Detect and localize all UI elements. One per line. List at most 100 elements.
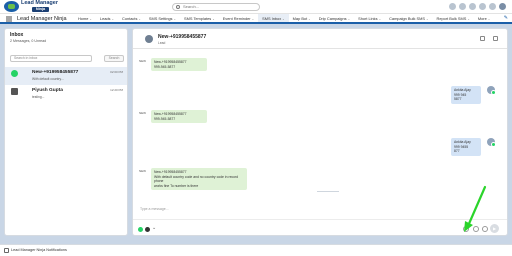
sender-avatar: NEW (139, 59, 146, 63)
chevron-down-icon[interactable]: ⌄ (308, 17, 311, 21)
user-avatar[interactable] (499, 3, 506, 10)
inbox-message-count: 2 Messages, 0 Unread (10, 39, 47, 43)
notifications-icon (4, 248, 9, 253)
chevron-down-icon[interactable]: ⌄ (112, 17, 115, 21)
nav-tab-label: Contacts (122, 16, 138, 21)
nav-tab-label: Map Bot (292, 16, 308, 21)
incoming-message: New-+919958455877 999-945-5877 (151, 58, 207, 72)
conversation-header: New-+919958455877 Lead (133, 29, 507, 49)
chevron-down-icon[interactable]: ⌄ (467, 17, 470, 21)
conversation-item[interactable]: Piyush Gupta testing... 12:20 PM (5, 85, 127, 103)
contact-name[interactable]: New-+919958455877 (158, 34, 206, 40)
message-line: works fine To number is there (154, 183, 199, 188)
nav-tab-label: Report Bulk SMS (436, 16, 467, 21)
add-icon[interactable] (459, 3, 466, 10)
brand-subtitle: Ninja (32, 7, 49, 12)
chevron-down-icon[interactable]: ⌄ (488, 17, 491, 21)
conversation-time: 12:20 PM (110, 88, 123, 92)
inbox-search-input[interactable]: Search in inbox (10, 55, 92, 62)
thread-divider (317, 191, 339, 192)
message-line: With default country code and no country… (154, 174, 239, 184)
chevron-down-icon[interactable]: ⌄ (152, 225, 156, 231)
inbox-search-button[interactable]: Search (104, 55, 124, 62)
sender-avatar: NEW (139, 111, 146, 115)
nav-tab-label: Short Links (358, 16, 378, 21)
nav-tab[interactable]: SMS Inbox⌄ (258, 14, 289, 23)
setup-gear-icon[interactable] (479, 3, 486, 10)
notifications-utility-item[interactable]: Lead Manager Ninja Notifications (11, 247, 67, 253)
chevron-down-icon[interactable]: ⌄ (282, 17, 285, 21)
agent-avatar (487, 86, 496, 95)
nav-tab[interactable]: Short Links⌄ (354, 14, 385, 23)
favorites-icon[interactable] (449, 3, 456, 10)
nav-tab-label: Event Reminder (222, 16, 251, 21)
whatsapp-icon (11, 70, 18, 77)
chevron-down-icon[interactable]: ⌄ (212, 17, 215, 21)
nav-tabs: Home⌄ Leads⌄ Contacts⌄ SMS Settings⌄ SMS Tem… (74, 14, 494, 23)
agent-avatar (487, 138, 496, 147)
message-line: 999-945-5877 (154, 116, 176, 121)
outgoing-message: Ankita Ajay999 9455877 (451, 138, 481, 156)
nav-tab[interactable]: Drip Campaigns⌄ (315, 14, 354, 23)
conversation-name: Piyush Gupta (32, 88, 63, 93)
nav-tab[interactable]: Home⌄ (74, 14, 96, 23)
conversation-panel: New-+919958455877 Lead NEW New-+919958455… (132, 28, 508, 236)
global-search-input[interactable]: Search... (172, 3, 260, 11)
nav-tab[interactable]: Leads⌄ (96, 14, 118, 23)
nav-tab[interactable]: Contacts⌄ (118, 14, 145, 23)
chevron-down-icon[interactable]: ⌄ (138, 17, 141, 21)
nav-tab[interactable]: More⌄ (474, 14, 494, 23)
nav-tab[interactable]: Map Bot⌄ (289, 14, 315, 23)
nav-tab[interactable]: SMS Templates⌄ (180, 14, 219, 23)
message-line: 999-945-5877 (154, 64, 176, 69)
app-name: Lead Manager Ninja (17, 16, 67, 22)
message-line: 877 (454, 149, 460, 154)
nav-tab[interactable]: Event Reminder⌄ (219, 14, 258, 23)
global-header: Lead Manager Ninja Search... (0, 0, 512, 13)
chevron-down-icon[interactable]: ⌄ (426, 17, 429, 21)
brand-title: Lead Manager (21, 0, 58, 6)
sender-selector-icon[interactable] (145, 227, 150, 232)
app-logo (4, 1, 19, 12)
conversation-item[interactable]: New-+919958455877 With default country...… (5, 67, 127, 85)
inbox-panel: Inbox 2 Messages, 0 Unread Search in inb… (4, 28, 128, 236)
composer-toolbar: ⌄ ▶ (133, 219, 507, 236)
nav-tab-label: Drip Campaigns (318, 16, 347, 21)
chevron-down-icon[interactable]: ⌄ (348, 17, 351, 21)
conversation-name: New-+919958455877 (32, 70, 79, 75)
chevron-down-icon[interactable]: ⌄ (379, 17, 382, 21)
message-line: 5877 (454, 97, 462, 102)
nav-tab[interactable]: SMS Settings⌄ (145, 14, 180, 23)
conversation-actions (480, 36, 498, 41)
edit-nav-pencil-icon[interactable]: ✎ (504, 16, 508, 21)
nav-tab-label: Campaign Bulk SMS (389, 16, 425, 21)
annotation-arrow (464, 185, 487, 232)
nav-tab-label: More (477, 16, 487, 21)
nav-tab[interactable]: Campaign Bulk SMS⌄ (385, 14, 432, 23)
chevron-down-icon[interactable]: ⌄ (89, 17, 92, 21)
contact-record-type: Lead (158, 41, 166, 45)
message-thread[interactable]: NEW New-+919958455877 999-945-5877 Ankita A… (137, 50, 503, 202)
global-search-placeholder: Search... (183, 4, 200, 9)
utility-bar: Lead Manager Ninja Notifications (0, 244, 512, 256)
settings-icon[interactable] (493, 36, 498, 41)
incoming-message: New-+919958455877 999-945-5877 (151, 110, 207, 124)
outgoing-message: Ankita Ajay999 9455877 (451, 86, 481, 104)
whatsapp-channel-icon[interactable] (138, 227, 143, 232)
nav-tab-label: SMS Inbox (262, 16, 282, 21)
incoming-message: New-+919958455877 With default country co… (151, 168, 247, 191)
nav-tab[interactable]: Report Bulk SMS⌄ (433, 14, 474, 23)
help-icon[interactable] (469, 3, 476, 10)
inbox-title: Inbox (10, 32, 24, 38)
send-button[interactable]: ▶ (490, 224, 499, 233)
notifications-bell-icon[interactable] (489, 3, 496, 10)
nav-tab-label: Leads (99, 16, 111, 21)
refresh-icon[interactable] (480, 36, 485, 41)
mail-icon (11, 88, 18, 95)
chevron-down-icon[interactable]: ⌄ (252, 17, 255, 21)
nav-tab-label: Home (78, 16, 89, 21)
message-input[interactable]: Type a message... (137, 203, 503, 215)
sender-avatar: NEW (139, 169, 146, 173)
app-launcher-icon[interactable] (6, 16, 12, 22)
chevron-down-icon[interactable]: ⌄ (173, 17, 176, 21)
